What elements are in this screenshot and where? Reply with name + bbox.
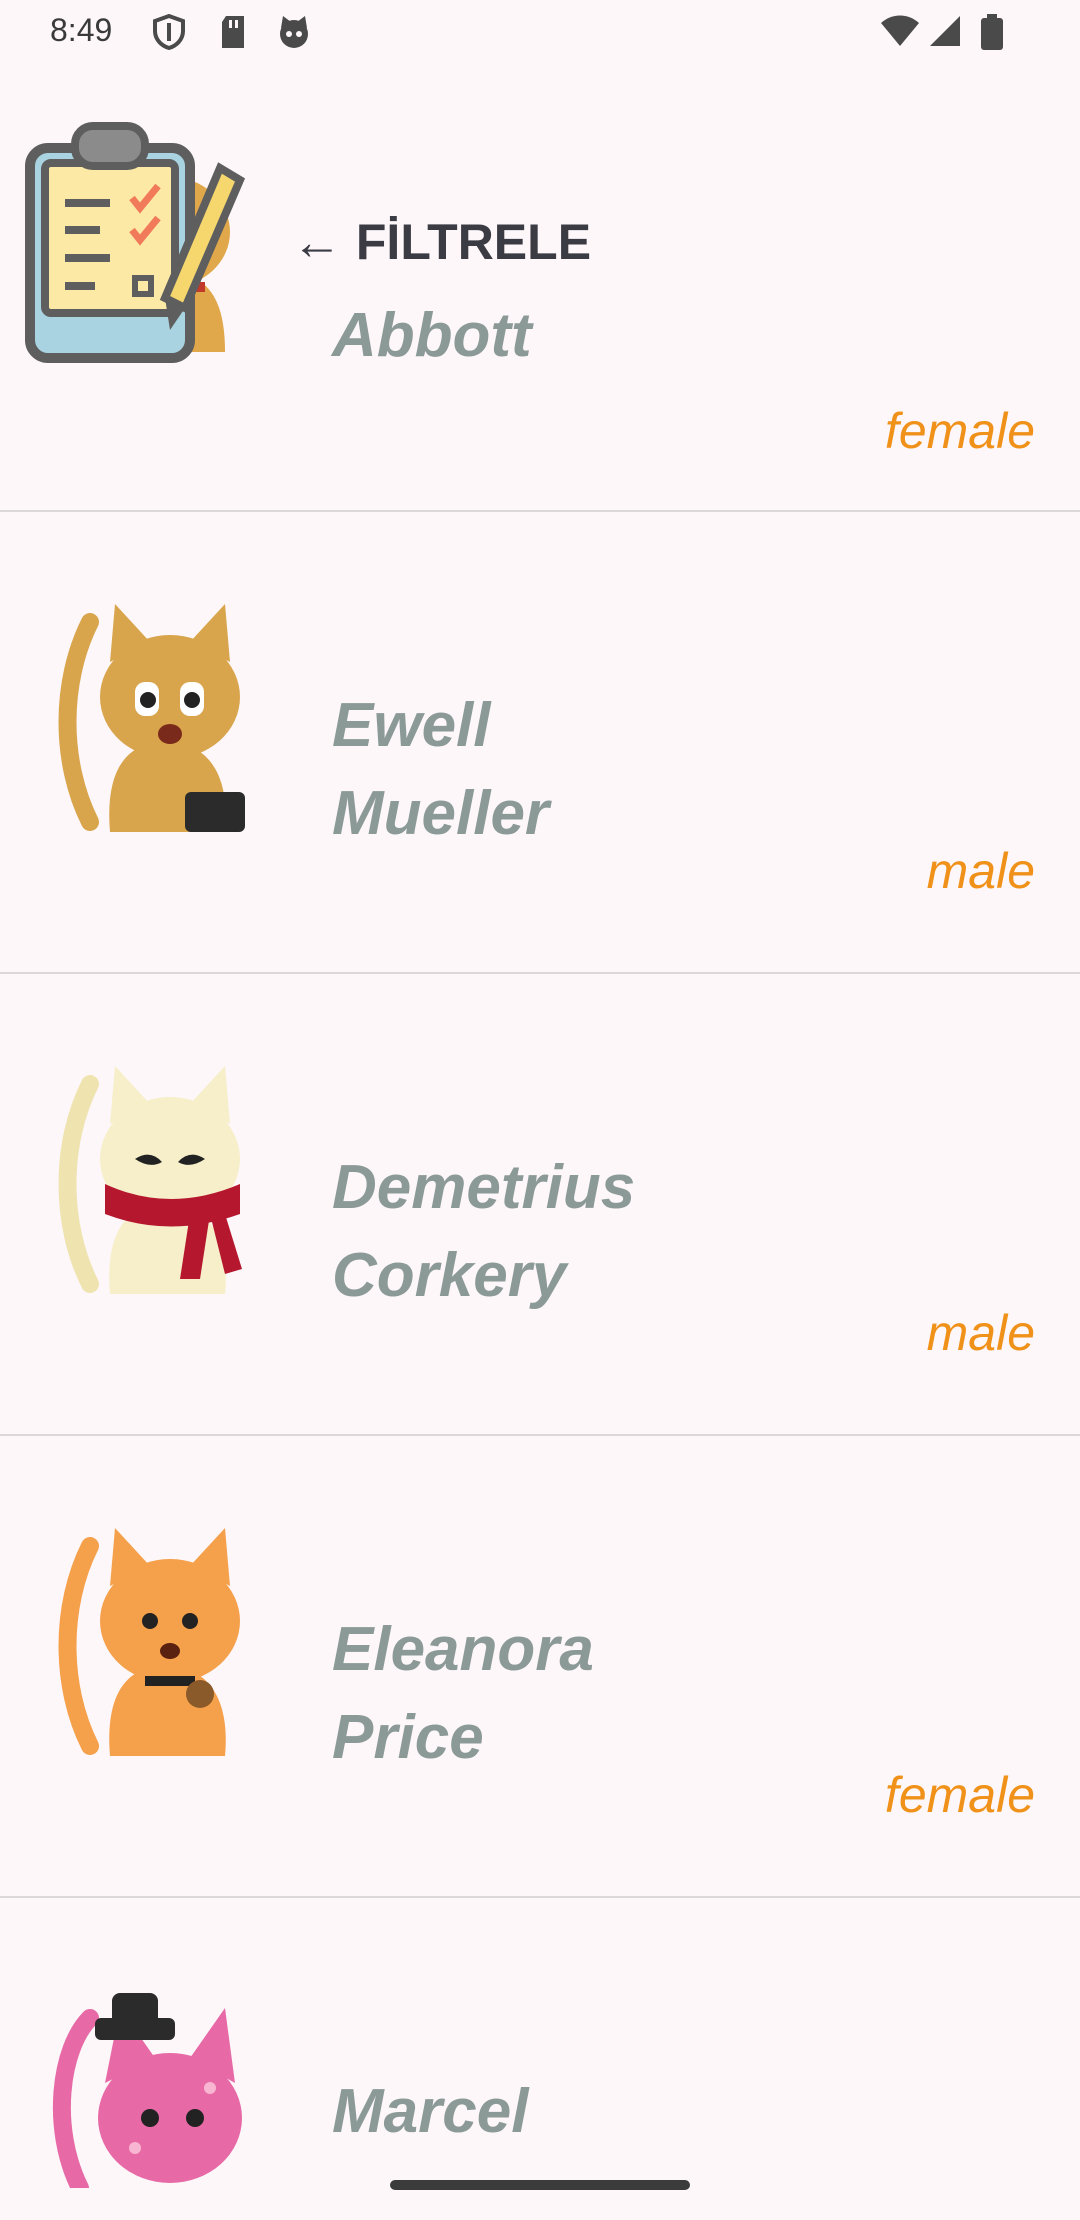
cat-list-item[interactable]: Marcel [0,1898,1080,2220]
cat-name-last: Price [332,1703,484,1772]
cat-name-first: Marcel [332,2077,529,2146]
cat-avatar [58,604,245,832]
cat-name-last: Mueller [332,779,550,848]
home-indicator[interactable] [390,2180,690,2190]
sd-card-icon [222,16,244,48]
cat-gender: female [884,403,1035,459]
battery-icon [981,14,1003,50]
cat-list-item[interactable]: Eleanora Price female [0,1436,1080,1898]
cat-name-first: Demetrius [332,1153,636,1222]
cat-gender: female [884,1767,1035,1823]
cat-avatar [52,1993,242,2188]
filter-label: ← FİLTRELE [292,214,592,270]
cat-list-item[interactable]: Ewell Mueller male [0,512,1080,974]
cat-avatar [58,1066,242,1294]
cat-name-first: Ewell [332,691,491,760]
cat-gender: male [926,1305,1035,1361]
clipboard-checklist-icon [25,122,246,363]
shield-icon [153,14,185,50]
status-time: 8:49 [50,12,113,48]
cat-name-last: Abbott [332,301,532,370]
signal-icon [930,16,960,46]
cat-name-last: Corkery [332,1241,567,1310]
cat-face-icon [280,16,308,48]
wifi-icon [881,15,919,46]
cat-gender: male [926,843,1035,899]
cat-name-first: Eleanora [332,1615,594,1684]
cat-list-item[interactable]: Demetrius Corkery male [0,974,1080,1436]
cat-avatar [58,1528,240,1756]
